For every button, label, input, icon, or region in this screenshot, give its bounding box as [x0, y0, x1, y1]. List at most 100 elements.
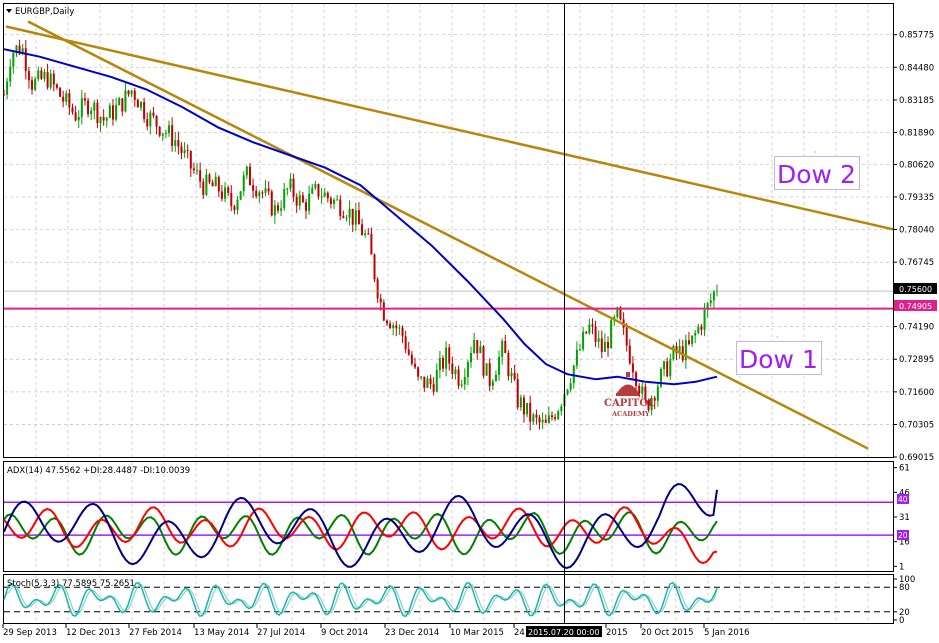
candle-body [519, 397, 522, 408]
candle-body [529, 402, 532, 422]
candle-body [413, 363, 416, 368]
candle-body [242, 175, 245, 192]
candle-body [211, 182, 214, 187]
candle-body [691, 335, 694, 344]
price-tick-label: 0.72895 [899, 355, 934, 365]
candle-body [557, 411, 560, 419]
candle-body [83, 98, 86, 101]
candle-body [52, 73, 55, 85]
candle-body [476, 340, 479, 354]
dow2-label: Dow 2 [777, 160, 856, 189]
candle-body [77, 116, 80, 121]
candle-body [255, 190, 258, 197]
candle-body [597, 338, 600, 342]
time-tick-label: 27 Jul 2014 [257, 628, 305, 638]
candle-body [40, 70, 43, 79]
candle-body [451, 363, 454, 375]
stoch-plot-frame [3, 574, 894, 624]
candle-body [80, 98, 83, 117]
adx-level-40-tag: 40 [897, 494, 909, 504]
candle-body [189, 150, 192, 169]
candle-body [87, 100, 90, 115]
candle-body [236, 199, 239, 211]
candle-body [510, 372, 513, 377]
candle-body [93, 102, 96, 111]
candle-body [460, 384, 463, 386]
candle-body [3, 94, 5, 96]
candle-body [143, 101, 146, 120]
candle-body [217, 176, 220, 192]
time-tick-label: 20 Oct 2015 [641, 628, 694, 638]
candle-body [49, 73, 52, 88]
price-tick-label: 0.78040 [899, 226, 934, 236]
candle-body [607, 341, 610, 349]
candle-body [417, 367, 420, 377]
candle-body [504, 340, 507, 353]
candle-body [214, 176, 217, 187]
candle-body [320, 196, 323, 198]
candle-body [429, 378, 432, 385]
candle-body [491, 381, 494, 386]
dow1-anchor-mark: · [776, 333, 779, 342]
candle-body [348, 208, 351, 218]
candle-body [333, 199, 336, 204]
candle-body [532, 414, 535, 422]
candle-body [364, 233, 367, 236]
time-tick-label: 9 Oct 2014 [321, 628, 368, 638]
candle-body [308, 193, 311, 211]
time-tick-label: 29 Sep 2013 [3, 628, 57, 638]
candle-body [516, 379, 519, 408]
price-tick-label: 0.84480 [899, 63, 934, 73]
symbol-title: EURGBP,Daily [15, 7, 74, 17]
time-tick-label: 2015 [606, 628, 628, 638]
candle-body [186, 150, 189, 152]
candle-body [292, 178, 295, 197]
candle-body [224, 187, 227, 199]
candle-body [295, 196, 298, 206]
price-tick-label: 0.71600 [899, 388, 934, 398]
candle-body [357, 210, 360, 225]
candle-body [535, 414, 538, 418]
candle-body [124, 90, 127, 112]
candle-body [656, 386, 659, 401]
candle-body [230, 192, 233, 207]
candle-body [127, 90, 130, 95]
candle-body [687, 340, 690, 344]
candle-body [158, 126, 161, 136]
candle-body [68, 93, 71, 108]
candle-body [473, 340, 476, 353]
price-axis: 0.85775 0.84480 0.83185 0.81890 0.80620 0.793… [893, 31, 934, 463]
candle-body [585, 331, 588, 334]
adx-tick-label: 31 [899, 513, 910, 523]
candle-body [709, 300, 712, 304]
candle-body [392, 325, 395, 329]
candle-body [345, 217, 348, 219]
time-tick-label: 10 Mar 2015 [450, 628, 504, 638]
candle-body [603, 341, 606, 352]
candle-body [466, 362, 469, 378]
candle-body [192, 168, 195, 171]
candle-body [220, 191, 223, 199]
candle-body [146, 119, 149, 127]
candle-body [233, 206, 236, 211]
candle-body [522, 397, 525, 415]
stoch-tick-label: 0 [899, 616, 904, 626]
candle-body [298, 195, 301, 206]
price-tick-label: 0.76745 [899, 258, 934, 268]
chart-canvas[interactable]: 614631161 10080200 0.857750.844800.83185… [0, 0, 939, 643]
candle-body [12, 52, 15, 67]
candle-body [663, 361, 666, 370]
level-price-tag: 0.74905 [894, 300, 937, 311]
candle-body [99, 116, 102, 123]
candle-body [31, 80, 34, 90]
candle-body [202, 181, 205, 195]
stoch-tick-label: 80 [899, 583, 910, 593]
candle-body [105, 117, 108, 121]
candle-body [401, 327, 404, 337]
stoch-title: Stoch(5,3,3) 77.5895 75.2651 [7, 579, 135, 589]
candle-body [432, 384, 435, 392]
candle-body [631, 363, 634, 373]
candle-body [273, 205, 276, 216]
candle-body [183, 150, 186, 154]
candle-body [442, 358, 445, 369]
